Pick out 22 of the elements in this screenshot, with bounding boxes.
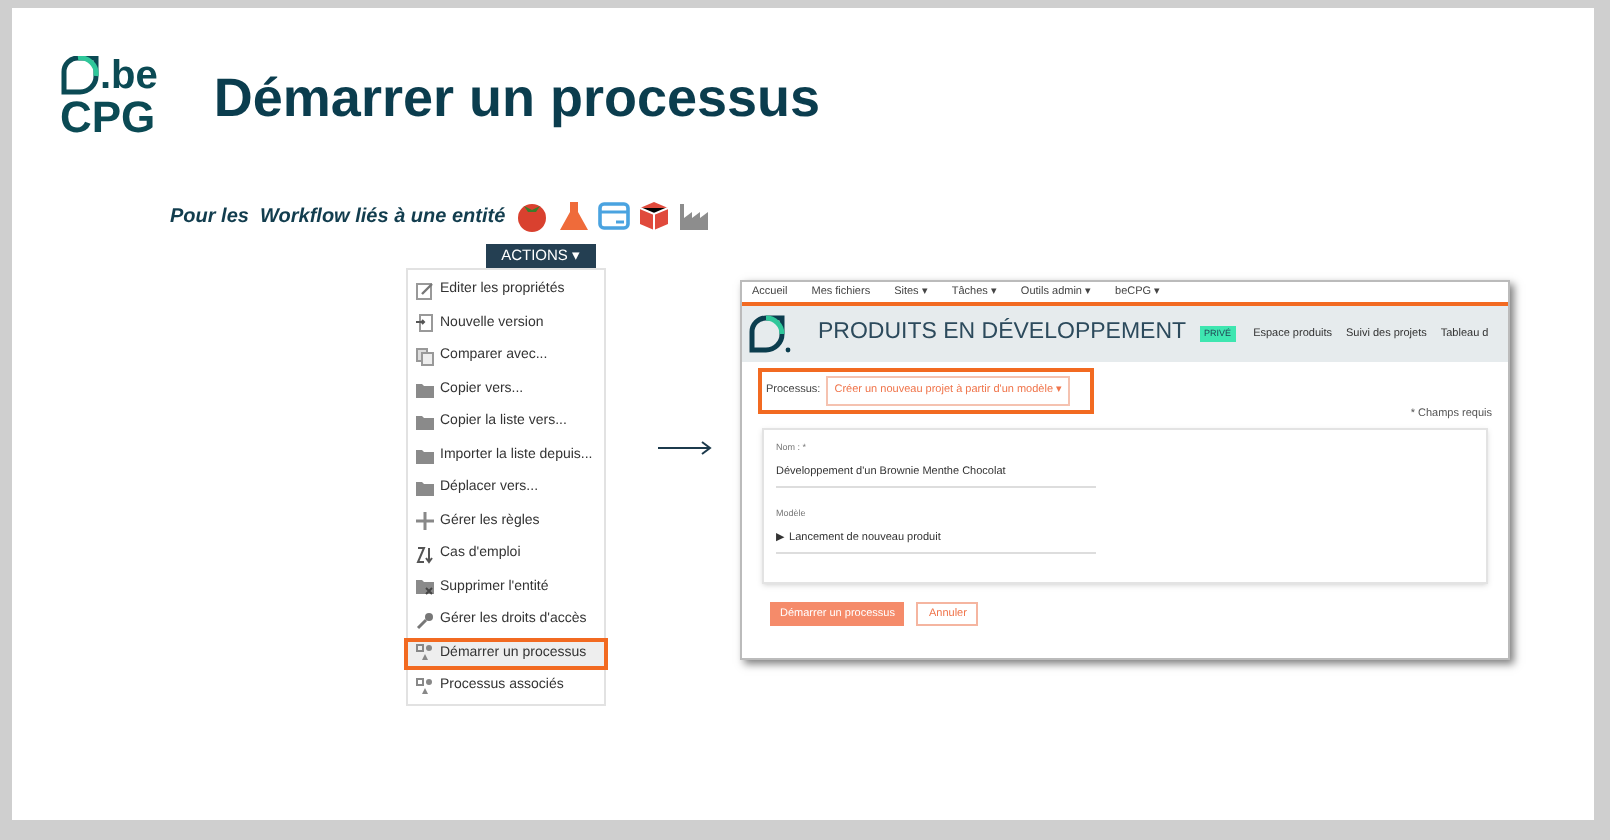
folder-delete-icon (416, 578, 434, 597)
workflow-icon (416, 677, 434, 696)
site-title: PRODUITS EN DÉVELOPPEMENT (818, 316, 1187, 349)
document-icon (416, 314, 434, 333)
leaf-logo-icon (748, 314, 792, 354)
logo-text: CPG (60, 96, 158, 140)
sort-icon (416, 545, 434, 564)
card-icon (597, 202, 630, 230)
tomato-icon (513, 200, 550, 232)
factory-icon (677, 202, 710, 230)
logo-text: .be (100, 56, 158, 96)
key-icon (416, 611, 434, 630)
slide-title: Démarrer un processus (213, 65, 821, 132)
leaf-logo-icon (60, 56, 100, 96)
arrow-icon (658, 440, 714, 456)
documents-icon (416, 347, 434, 366)
flask-icon (557, 200, 590, 232)
workflow-icon (416, 644, 434, 663)
subtitle: Pour les Workflow liés à une entité (170, 203, 506, 231)
pencil-icon (416, 281, 434, 300)
box-icon (637, 200, 670, 232)
move-icon (416, 512, 434, 531)
